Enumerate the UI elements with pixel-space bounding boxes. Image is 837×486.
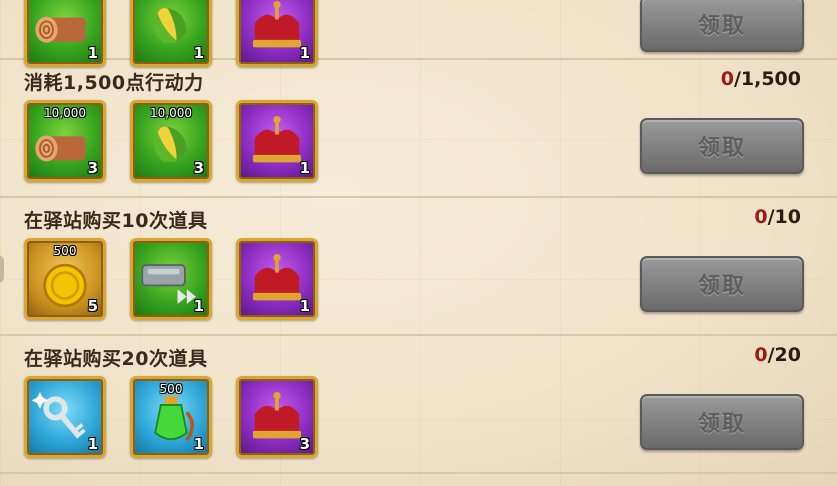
- crown-icon[interactable]: 3: [236, 376, 318, 458]
- reward-list: 10,000 3 10,000 3 1: [24, 100, 318, 182]
- item-count: 1: [299, 297, 310, 315]
- task-title: 在驿站购买20次道具: [24, 348, 208, 370]
- task-title: 在驿站购买10次道具: [24, 210, 208, 232]
- claim-button[interactable]: 领取: [640, 118, 804, 174]
- progress-current: 0: [754, 344, 768, 366]
- crown-icon[interactable]: 1: [236, 238, 318, 320]
- item-count: 5: [87, 297, 98, 315]
- reward-list: 1 500 1 3: [24, 376, 318, 458]
- task-row: 在驿站购买20次道具 0/20 1 500 1 3 领取: [0, 334, 837, 474]
- item-count: 3: [193, 159, 204, 177]
- item-count: 3: [299, 435, 310, 453]
- progress-current: 0: [754, 206, 768, 228]
- item-count: 1: [87, 435, 98, 453]
- wood-icon[interactable]: 1: [24, 0, 106, 67]
- speedup-icon[interactable]: 1: [130, 238, 212, 320]
- item-count: 3: [87, 159, 98, 177]
- task-title: 消耗1,500点行动力: [24, 72, 204, 94]
- crown-icon[interactable]: 1: [236, 100, 318, 182]
- item-amount: 10,000: [44, 106, 86, 120]
- task-row: 消耗1,500点行动力 0/1,500 10,000 3 10,000 3 1 …: [0, 58, 837, 198]
- reward-list: 500 5 1 1: [24, 238, 318, 320]
- task-progress: 0/20: [754, 344, 801, 366]
- corn-icon[interactable]: 1: [130, 0, 212, 67]
- progress-total: /20: [767, 344, 801, 366]
- item-amount: 500: [159, 382, 183, 396]
- claim-button[interactable]: 领取: [640, 394, 804, 450]
- reward-list: 1 1 1: [24, 0, 318, 67]
- item-count: 1: [193, 435, 204, 453]
- gold-coin-icon[interactable]: 500 5: [24, 238, 106, 320]
- item-amount: 10,000: [150, 106, 192, 120]
- claim-button[interactable]: 领取: [640, 0, 804, 52]
- progress-current: 0: [720, 68, 734, 90]
- claim-button[interactable]: 领取: [640, 256, 804, 312]
- crown-icon[interactable]: 1: [236, 0, 318, 67]
- item-amount: 500: [53, 244, 77, 258]
- progress-total: /1,500: [733, 68, 801, 90]
- task-progress: 0/10: [754, 206, 801, 228]
- wood-icon[interactable]: 10,000 3: [24, 100, 106, 182]
- progress-total: /10: [767, 206, 801, 228]
- task-row: 在驿站购买10次道具 0/10 500 5 1 1 领取: [0, 196, 837, 336]
- item-count: 1: [299, 159, 310, 177]
- item-count: 1: [193, 297, 204, 315]
- task-progress: 0/1,500: [721, 68, 801, 90]
- task-row: 1 1 1 领取: [0, 0, 837, 67]
- silver-key-icon[interactable]: 1: [24, 376, 106, 458]
- potion-icon[interactable]: 500 1: [130, 376, 212, 458]
- corn-icon[interactable]: 10,000 3: [130, 100, 212, 182]
